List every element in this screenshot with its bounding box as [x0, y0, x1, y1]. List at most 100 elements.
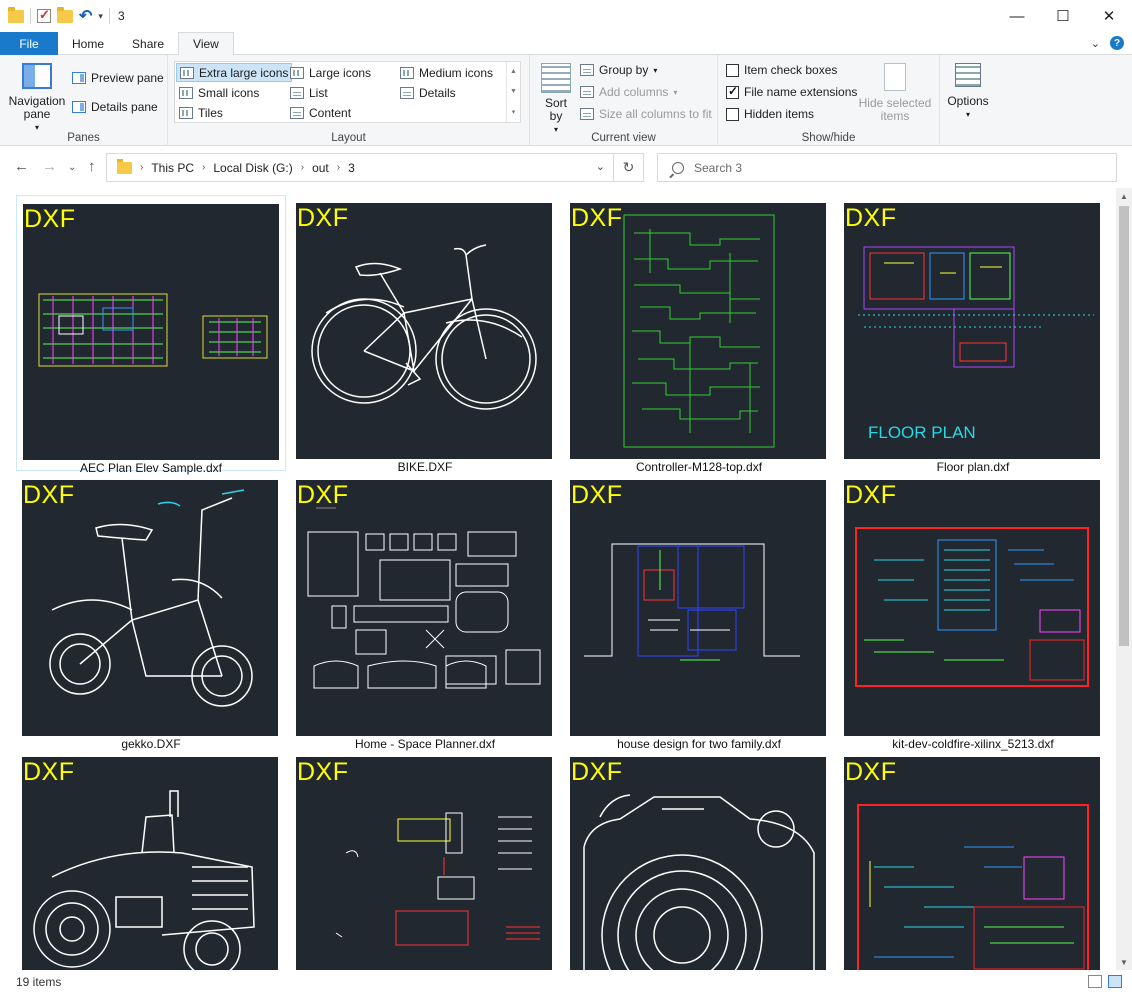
file-item[interactable]: DXF [16, 749, 286, 970]
file-name-extensions-toggle[interactable]: File name extensions [726, 84, 857, 99]
recent-locations-icon[interactable]: ⌄ [68, 162, 76, 173]
file-item[interactable]: DXF [838, 749, 1108, 970]
file-type-badge: DXF [571, 204, 623, 232]
file-thumbnail: DXF [23, 204, 279, 460]
tiles-icon [179, 106, 193, 119]
item-check-boxes-label: Item check boxes [744, 63, 838, 77]
hidden-items-checkbox[interactable] [726, 107, 739, 121]
file-name-extensions-checkbox[interactable] [726, 84, 739, 99]
file-item[interactable]: DXF Home - Space Planner.dxf [290, 472, 560, 751]
preview-pane-button[interactable]: Preview pane [72, 71, 164, 85]
scroll-down-icon[interactable]: ▼ [510, 88, 517, 95]
file-thumbnail: DXF [296, 203, 552, 459]
chevron-right-icon[interactable]: › [202, 162, 205, 173]
details-pane-button[interactable]: Details pane [72, 100, 158, 114]
navigation-pane-button[interactable]: Navigation pane ▾ [6, 63, 68, 134]
minimize-button[interactable]: — [994, 0, 1040, 32]
layout-extra-large-icons[interactable]: Extra large icons [176, 63, 293, 82]
file-item[interactable]: DXF Controller-M128-top.dxf [564, 195, 834, 474]
content-scrollbar[interactable]: ▲ ▼ [1116, 188, 1132, 970]
customize-toolbar-icon[interactable]: ▾ [98, 11, 103, 22]
item-check-boxes-checkbox[interactable] [726, 63, 739, 77]
group-by-button[interactable]: Group by ▾ [580, 63, 657, 77]
layout-content[interactable]: Content [287, 103, 354, 122]
layout-medium-icons[interactable]: Medium icons [397, 63, 496, 82]
file-item[interactable]: DXF [290, 749, 560, 970]
layout-large-icons[interactable]: Large icons [287, 63, 374, 82]
expand-gallery-icon[interactable]: ▾ [512, 108, 516, 116]
undo-icon[interactable]: ↶ [79, 6, 92, 26]
back-icon[interactable]: ← [14, 158, 29, 175]
file-type-badge: DXF [297, 758, 349, 786]
chevron-right-icon[interactable]: › [140, 162, 143, 173]
sort-by-button[interactable]: Sort by ▾ [538, 63, 574, 136]
tab-file[interactable]: File [0, 32, 58, 55]
search-box[interactable]: Search 3 [657, 153, 1117, 182]
ribbon-tabs: File Home Share View ⌄ ? [0, 32, 1132, 56]
layout-gallery-scroll[interactable]: ▲ ▼ ▾ [506, 62, 520, 122]
scroll-up-icon[interactable]: ▲ [1116, 188, 1132, 204]
file-item[interactable]: DXF FLOOR PLAN Floor plan.dxf [838, 195, 1108, 474]
file-thumbnail: DXF [22, 480, 278, 736]
file-item[interactable]: DXF house design for two family.dxf [564, 472, 834, 751]
close-button[interactable]: ✕ [1086, 0, 1132, 32]
list-icon [290, 86, 304, 99]
layout-gallery: Extra large icons Large icons Medium ico… [174, 61, 521, 123]
refresh-icon[interactable]: ↻ [613, 154, 643, 181]
breadcrumb-out[interactable]: out [312, 161, 329, 175]
address-history-icon[interactable]: ⌄ [596, 160, 605, 173]
size-columns-icon [580, 108, 594, 120]
address-bar[interactable]: › This PC › Local Disk (G:) › out › 3 ⌄ … [106, 153, 644, 182]
details-pane-label: Details pane [91, 100, 158, 114]
large-icons-icon [290, 66, 304, 79]
forward-icon[interactable]: → [42, 158, 57, 175]
file-grid: DXF AEC Plan Elev Sample.dxf DXF BIKE.DX… [0, 188, 1116, 970]
add-columns-icon [580, 86, 594, 98]
maximize-button[interactable]: ☐ [1040, 0, 1086, 32]
scroll-up-icon[interactable]: ▲ [510, 68, 517, 75]
layout-small-icons[interactable]: Small icons [176, 83, 262, 102]
file-item[interactable]: DXF gekko.DXF [16, 472, 286, 751]
layout-list[interactable]: List [287, 83, 331, 102]
size-all-columns-button[interactable]: Size all columns to fit [580, 107, 712, 121]
scroll-down-icon[interactable]: ▼ [1116, 954, 1132, 970]
help-icon[interactable]: ? [1110, 36, 1124, 50]
breadcrumb-3[interactable]: 3 [348, 161, 355, 175]
layout-details[interactable]: Details [397, 83, 459, 102]
preview-pane-label: Preview pane [91, 71, 164, 85]
file-item[interactable]: DXF AEC Plan Elev Sample.dxf [16, 195, 286, 475]
options-button[interactable]: Options ▾ [944, 63, 992, 121]
properties-icon[interactable] [37, 7, 51, 23]
file-type-badge: DXF [23, 758, 75, 786]
tab-view[interactable]: View [178, 32, 234, 56]
file-item[interactable]: DXF [564, 749, 834, 970]
file-item[interactable]: DXF BIKE.DXF [290, 195, 560, 474]
details-icon [400, 86, 414, 99]
search-input[interactable]: Search 3 [694, 161, 742, 175]
file-type-badge: DXF [23, 481, 75, 509]
breadcrumb-local-disk[interactable]: Local Disk (G:) [213, 161, 292, 175]
floor-plan-overlay-text: FLOOR PLAN [868, 423, 976, 442]
file-item[interactable]: DXF kit-dev-coldfire-xilinx_5213.dxf [838, 472, 1108, 751]
chevron-right-icon[interactable]: › [301, 162, 304, 173]
item-check-boxes-toggle[interactable]: Item check boxes [726, 63, 837, 77]
show-hide-group: Item check boxes File name extensions Hi… [718, 55, 940, 146]
layout-item-label: Extra large icons [199, 65, 289, 80]
chevron-right-icon[interactable]: › [337, 162, 340, 173]
breadcrumb-this-pc[interactable]: This PC [151, 161, 194, 175]
new-folder-icon[interactable] [57, 6, 73, 23]
layout-tiles[interactable]: Tiles [176, 103, 226, 122]
up-icon[interactable]: ↑ [88, 158, 96, 175]
add-columns-button[interactable]: Add columns ▾ [580, 85, 677, 99]
tab-home[interactable]: Home [58, 32, 118, 55]
folder-icon [117, 158, 132, 174]
tab-share[interactable]: Share [118, 32, 178, 55]
hidden-items-toggle[interactable]: Hidden items [726, 107, 814, 121]
hide-selected-label: Hide selected items [858, 96, 932, 123]
hide-selected-items-button[interactable]: Hide selected items [858, 63, 932, 123]
scrollbar-thumb[interactable] [1119, 206, 1129, 646]
details-view-icon[interactable] [1088, 975, 1102, 988]
large-icons-view-icon[interactable] [1108, 975, 1122, 988]
collapse-ribbon-icon[interactable]: ⌄ [1091, 37, 1100, 50]
details-pane-icon [72, 101, 86, 113]
